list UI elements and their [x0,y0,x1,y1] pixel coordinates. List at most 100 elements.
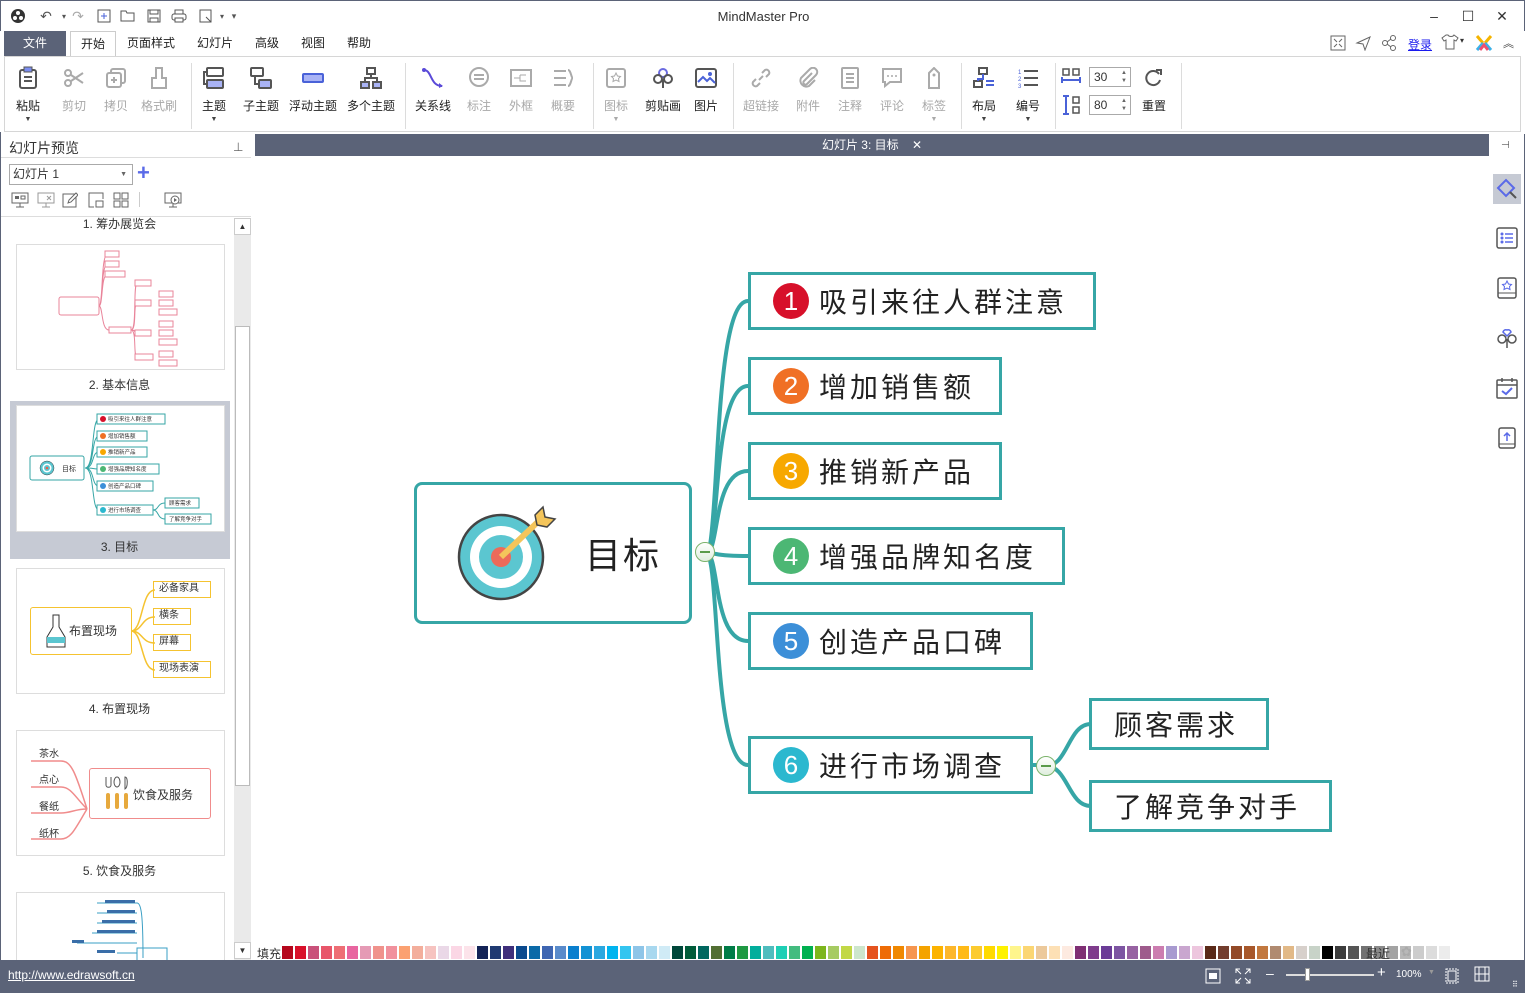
minimize-button[interactable]: – [1419,5,1449,27]
collapse-branch-6-button[interactable] [1036,756,1056,776]
color-swatch[interactable] [477,945,488,959]
color-swatch[interactable] [581,945,592,959]
slide-label[interactable]: 4. 布置现场 [1,700,234,717]
color-swatch[interactable] [282,945,293,959]
format-paint-icon[interactable] [1495,177,1519,201]
color-swatch[interactable] [451,945,462,959]
color-swatch[interactable] [815,945,826,959]
save-icon[interactable] [145,7,163,25]
tab-help[interactable]: 帮助 [340,31,378,56]
paste-button[interactable]: 粘贴 ▼ [15,65,41,127]
edit-slide-icon[interactable] [62,192,79,211]
color-swatch[interactable] [750,945,761,959]
color-swatch[interactable] [438,945,449,959]
color-swatch[interactable] [555,945,566,959]
numbering-button[interactable]: 1 2 3 编号 ▼ [1015,65,1041,127]
color-swatch[interactable] [854,945,865,959]
color-swatch[interactable] [321,945,332,959]
branch-topic-6[interactable]: 6 进行市场调查 [748,736,1033,794]
slide-thumbnail-6[interactable] [16,892,225,960]
color-swatch[interactable] [776,945,787,959]
delete-all-slides-icon[interactable] [113,192,129,211]
slide-thumbnail-2[interactable] [16,244,225,370]
color-swatch[interactable] [997,945,1008,959]
comment-button[interactable]: 评论 [879,65,905,127]
slide-thumbnail-5[interactable]: 茶水 点心 餐纸 纸杯 饮食及服务 [16,730,225,856]
color-swatch[interactable] [490,945,501,959]
attachment-button[interactable]: 附件 [795,65,821,127]
collapse-ribbon-icon[interactable]: ︽ [1503,35,1514,51]
color-swatch[interactable] [633,945,644,959]
color-swatch[interactable] [529,945,540,959]
fullscreen-icon[interactable] [1330,35,1346,54]
color-swatch[interactable] [464,945,475,959]
color-swatch[interactable] [542,945,553,959]
color-swatch[interactable] [1036,945,1047,959]
spinner-arrows[interactable]: ▲ ▼ [1121,97,1127,113]
color-swatch[interactable] [1348,945,1359,959]
branch-topic-5[interactable]: 5 创造产品口碑 [748,612,1033,670]
resize-grip-icon[interactable]: ⠿ [1512,980,1518,989]
pin-panel-icon[interactable]: ⊥ [233,140,243,154]
color-swatch[interactable] [308,945,319,959]
fit-width-icon[interactable] [1474,966,1490,985]
send-icon[interactable] [1355,35,1371,54]
color-swatch[interactable] [1192,945,1203,959]
multiple-topics-button[interactable]: 多个主题 [347,65,395,127]
subtopic-2[interactable]: 了解竞争对手 [1089,780,1332,832]
color-swatch[interactable] [1049,945,1060,959]
vertical-spacing-input[interactable]: 80 ▲ ▼ [1089,95,1131,115]
color-swatch[interactable] [646,945,657,959]
app-logo-icon[interactable] [9,7,27,25]
color-swatch[interactable] [1439,945,1450,959]
color-swatch[interactable] [620,945,631,959]
icon-library-icon[interactable] [1495,276,1519,300]
hyperlink-button[interactable]: 超链接 [743,65,779,127]
cut-button[interactable]: 剪切 [61,65,87,127]
color-swatch[interactable] [1075,945,1086,959]
tab-slides[interactable]: 幻灯片 [190,31,240,56]
color-swatch[interactable] [932,945,943,959]
color-swatch[interactable] [1010,945,1021,959]
slide-label[interactable]: 2. 基本信息 [1,376,234,393]
color-swatch[interactable] [1205,945,1216,959]
color-swatch[interactable] [1322,945,1333,959]
zoom-dropdown-icon[interactable]: ▼ [1428,969,1435,976]
scroll-down-button[interactable]: ▼ [234,942,251,959]
collapse-root-button[interactable] [695,542,715,562]
color-swatch[interactable] [1426,945,1437,959]
slide-thumbnail-4[interactable]: 布置现场 必备家具 横条 屏幕 现场表演 [16,568,225,694]
play-slideshow-icon[interactable] [164,192,182,211]
color-swatch[interactable] [685,945,696,959]
color-picker-icon[interactable]: ✿ [1401,944,1412,960]
branch-topic-1[interactable]: 1 吸引来往人群注意 [748,272,1096,330]
slide-select[interactable]: 幻灯片 1 ▼ [9,164,133,185]
tab-start[interactable]: 开始 [70,31,116,57]
summary-button[interactable]: 概要 [550,65,576,127]
color-swatch[interactable] [698,945,709,959]
color-swatch[interactable] [1413,945,1424,959]
color-swatch[interactable] [1179,945,1190,959]
add-slide-button[interactable]: + [137,162,150,184]
branch-topic-2[interactable]: 2 增加销售额 [748,357,1002,415]
color-swatch[interactable] [958,945,969,959]
website-link[interactable]: http://www.edrawsoft.cn [8,968,135,982]
export-panel-icon[interactable] [1495,426,1519,450]
color-swatch[interactable] [893,945,904,959]
slide-label[interactable]: 3. 目标 [1,538,234,555]
clipart-button[interactable]: 剪贴画 [645,65,681,127]
redo-icon[interactable]: ↷ [69,7,87,25]
customize-toolbar-icon[interactable]: ▾ [225,7,243,25]
color-swatch[interactable] [386,945,397,959]
theme-dropdown-icon[interactable]: ▾ [1460,36,1464,45]
color-swatch[interactable] [1257,945,1268,959]
slide-thumbnail-3[interactable]: 目标 吸引来往人群注意 增加销售额 推销新产品 增强品牌知名度 创造产品口碑 进行市场调查… [16,405,225,532]
color-swatch[interactable] [594,945,605,959]
color-swatch[interactable] [412,945,423,959]
color-swatch[interactable] [1335,945,1346,959]
color-swatch[interactable] [659,945,670,959]
color-swatch[interactable] [1270,945,1281,959]
color-swatch[interactable] [1166,945,1177,959]
edraw-apps-icon[interactable] [1475,34,1493,55]
color-swatch[interactable] [1140,945,1151,959]
